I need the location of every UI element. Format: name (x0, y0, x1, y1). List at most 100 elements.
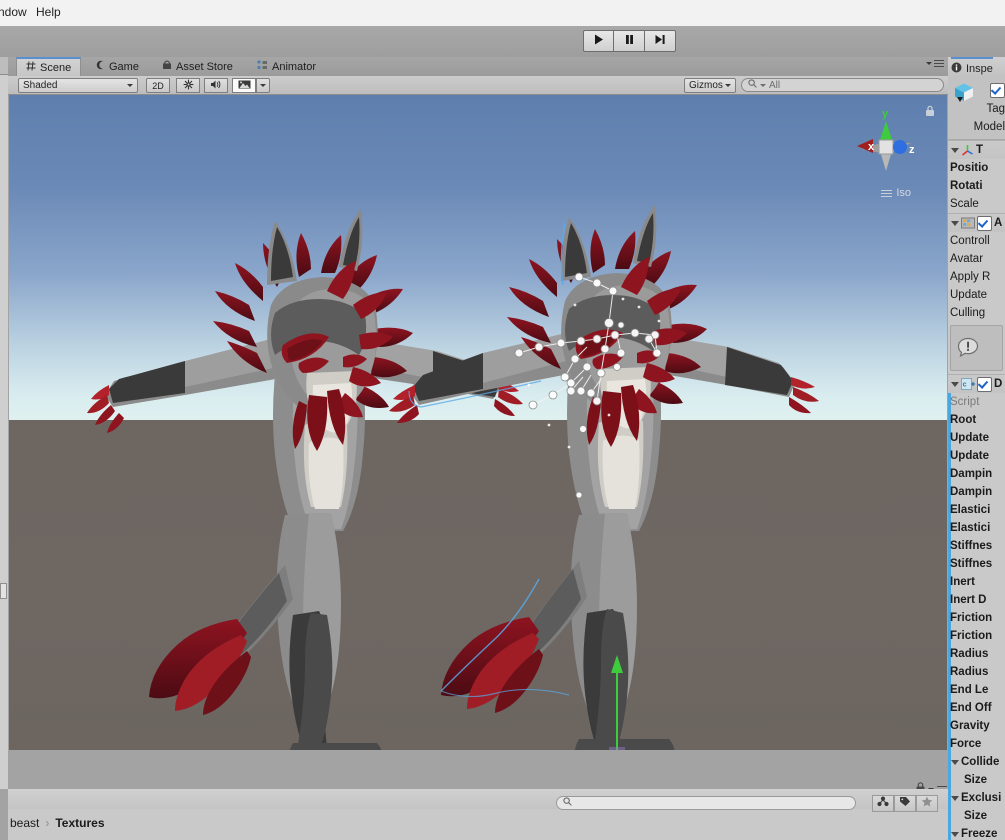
search-icon (748, 79, 757, 91)
db-damping-dist-label: Dampin (950, 486, 993, 498)
db-root-label: Root (950, 414, 977, 426)
animator-enabled-checkbox[interactable] (977, 215, 992, 231)
pause-button[interactable] (614, 30, 645, 52)
chevron-down-icon (260, 84, 266, 87)
lock-icon[interactable] (925, 105, 935, 120)
scene-panel-menu-button[interactable] (926, 60, 944, 67)
component-dynamic-bone-name: D (994, 378, 1003, 390)
db-exclusions-foldout[interactable]: Exclusi (948, 789, 1005, 807)
db-colliders-foldout[interactable]: Collide (948, 753, 1005, 771)
menu-item-window[interactable]: ndow (0, 5, 27, 19)
gamepad-icon (95, 60, 105, 73)
lighting-toggle-button[interactable] (176, 78, 200, 93)
audio-toggle-button[interactable] (204, 78, 228, 93)
projection-mode-toggle[interactable]: Iso (881, 187, 911, 199)
tag-label: Tag (986, 103, 1005, 115)
scene-dock-footer (8, 750, 948, 789)
effects-toggle-button[interactable] (232, 78, 256, 93)
animator-controller-label: Controll (950, 235, 990, 247)
component-transform: T Positio Rotati Scale (948, 140, 1005, 213)
menu-bar: ndow Help (0, 0, 1005, 26)
scene-view-toolbar: Shaded 2D Gizmos All (8, 76, 948, 95)
filter-label-icon (899, 796, 911, 810)
db-freeze-axis-foldout[interactable]: Freeze (948, 825, 1005, 840)
menu-item-help[interactable]: Help (36, 5, 61, 19)
tab-scene-label: Scene (40, 61, 72, 74)
axis-label-y: y (882, 108, 889, 120)
filter-by-type-button[interactable] (872, 794, 894, 812)
db-elasticity-dist-label: Elastici (950, 522, 991, 534)
main-toolbar (0, 26, 1005, 58)
db-damping-label: Dampin (950, 468, 993, 480)
animator-apply-root-motion-label: Apply R (950, 271, 991, 283)
scene-3d-content (87, 205, 819, 750)
tab-inspector[interactable]: Inspe (951, 57, 993, 78)
chevron-down-icon (926, 62, 932, 65)
step-button[interactable] (645, 30, 676, 52)
draw-mode-dropdown[interactable]: Shaded (18, 78, 138, 93)
transform-scale-label: Scale (950, 198, 979, 210)
db-elasticity-label: Elastici (950, 504, 991, 516)
play-button[interactable] (583, 30, 614, 52)
chevron-down-icon[interactable] (951, 220, 959, 226)
component-animator-header[interactable]: A (948, 213, 1005, 232)
db-script-label: Script (950, 396, 980, 408)
chevron-down-icon (725, 84, 731, 87)
favorites-button[interactable] (916, 794, 938, 812)
db-friction-dist-label: Friction (950, 630, 993, 642)
db-gravity-label: Gravity (950, 720, 990, 732)
animator-icon (257, 60, 268, 73)
speaker-icon (210, 79, 222, 92)
tab-game[interactable]: Game (86, 57, 148, 76)
db-exclusions-label: Exclusi (961, 792, 1002, 804)
breadcrumb-item-1[interactable]: Textures (55, 816, 104, 830)
db-exclusions-size-label: Size (964, 810, 988, 822)
gizmos-dropdown[interactable]: Gizmos (684, 78, 736, 93)
search-icon (563, 797, 572, 809)
chevron-down-icon[interactable] (951, 147, 959, 153)
left-dock-handle[interactable] (0, 583, 7, 599)
dynamic-bone-enabled-checkbox[interactable] (977, 376, 992, 392)
component-transform-name: T (976, 144, 984, 156)
hamburger-icon (881, 189, 893, 197)
filter-by-label-button[interactable] (894, 794, 916, 812)
model-label: Model (973, 121, 1005, 133)
tab-animator[interactable]: Animator (248, 57, 330, 76)
chevron-down-icon[interactable] (951, 831, 959, 837)
breadcrumb: beast › Textures (8, 813, 105, 833)
db-inert-label: Inert (950, 576, 975, 588)
inspector-tab-row: Inspe (948, 57, 1005, 76)
scene-viewport[interactable]: x y z Iso (9, 95, 947, 750)
chevron-down-icon[interactable] (951, 759, 959, 765)
component-dynamic-bone-header[interactable]: c D (948, 374, 1005, 393)
tab-asset-store-label: Asset Store (176, 60, 233, 73)
component-animator: A Controll Avatar Apply R Update Culling (948, 213, 1005, 371)
object-active-checkbox[interactable] (990, 83, 1005, 98)
db-end-offset-label: End Off (950, 702, 992, 714)
inspector-object-header: Tag Model (948, 76, 1005, 140)
db-update-rate-label: Update (950, 432, 989, 444)
effects-dropdown-button[interactable] (256, 78, 270, 93)
tab-scene[interactable]: Scene (16, 57, 81, 76)
scene-search-placeholder: All (769, 79, 781, 91)
breadcrumb-item-0[interactable]: beast (10, 816, 39, 830)
chevron-down-icon (127, 84, 133, 87)
scene-orientation-gizmo[interactable]: x y z (843, 103, 929, 189)
svg-text:c: c (963, 381, 967, 388)
component-transform-header[interactable]: T (948, 140, 1005, 159)
favorite-star-icon (921, 796, 933, 810)
project-search-input[interactable] (556, 796, 856, 810)
scene-search-input[interactable]: All (741, 78, 944, 92)
grid-icon (26, 61, 36, 74)
chevron-down-icon[interactable] (951, 795, 959, 801)
projection-mode-label: Iso (896, 187, 911, 199)
chevron-down-icon[interactable] (951, 381, 959, 387)
toggle-2d-button[interactable]: 2D (146, 78, 170, 93)
chevron-down-icon (760, 83, 766, 87)
warning-icon (957, 337, 979, 362)
hamburger-icon (934, 60, 944, 67)
tab-asset-store[interactable]: Asset Store (153, 57, 245, 76)
db-stiffness-label: Stiffnes (950, 540, 993, 552)
left-dock-tab[interactable] (0, 57, 8, 75)
db-colliders-size-label: Size (964, 774, 988, 786)
